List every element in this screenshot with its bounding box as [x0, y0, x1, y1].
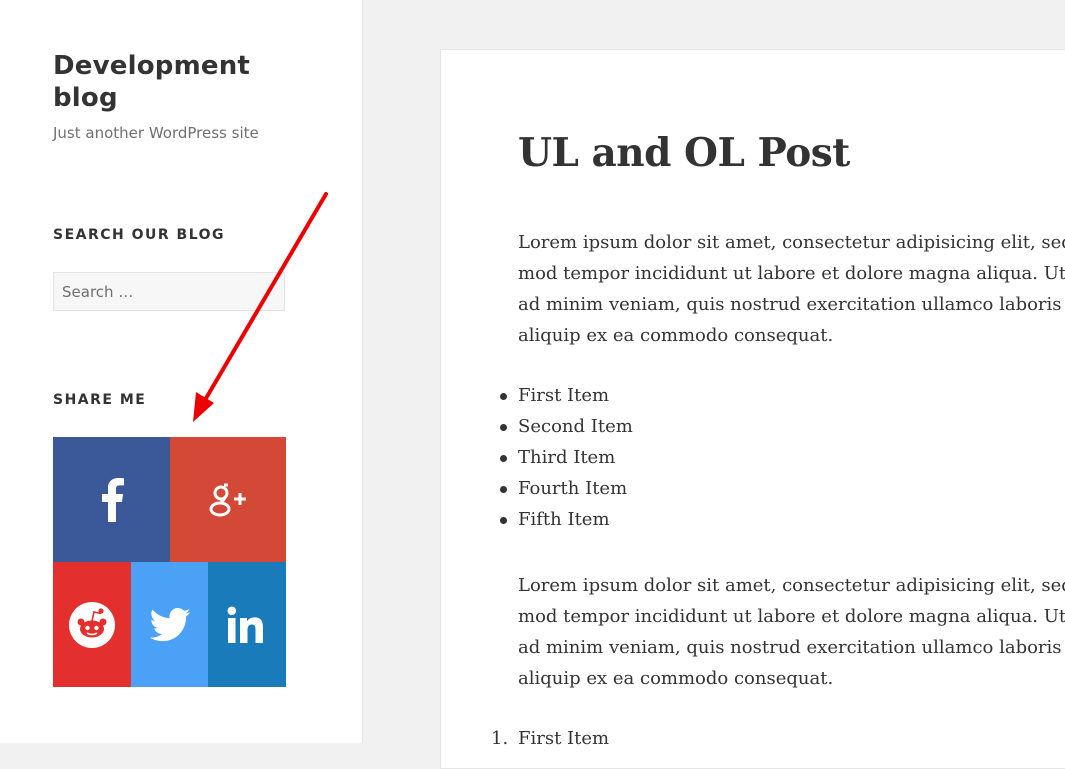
post-title[interactable]: UL and OL Post — [518, 130, 850, 176]
facebook-icon — [101, 477, 124, 522]
ordered-list: 1. First Item — [491, 723, 610, 754]
site-title[interactable]: Development blog — [53, 50, 293, 114]
list-item: 1. First Item — [491, 723, 610, 754]
sidebar: Development blog Just another WordPress … — [0, 0, 363, 743]
list-item: First Item — [500, 380, 633, 411]
list-item-number: 1. — [491, 728, 509, 749]
paragraph-line: mod tempor incididunt ut labore et dolor… — [518, 606, 1065, 627]
paragraph-line: mod tempor incididunt ut labore et dolor… — [518, 263, 1065, 284]
linkedin-icon — [227, 606, 263, 643]
list-item: Third Item — [500, 442, 633, 473]
twitter-icon — [149, 607, 190, 641]
post-paragraph: Lorem ipsum dolor sit amet, consectetur … — [518, 570, 1065, 694]
google-plus-share-button[interactable] — [170, 437, 286, 562]
facebook-share-button[interactable] — [53, 437, 170, 562]
list-item: Second Item — [500, 411, 633, 442]
paragraph-line: ad minim veniam, quis nostrud exercitati… — [518, 294, 1062, 315]
paragraph-line: Lorem ipsum dolor sit amet, consectetur … — [518, 232, 1065, 253]
site-description: Just another WordPress site — [53, 124, 259, 142]
unordered-list: First Item Second Item Third Item Fourth… — [500, 380, 633, 535]
linkedin-share-button[interactable] — [208, 562, 286, 687]
post-paragraph: Lorem ipsum dolor sit amet, consectetur … — [518, 227, 1065, 351]
search-input[interactable] — [53, 272, 285, 311]
list-item: Fifth Item — [500, 504, 633, 535]
list-item: Fourth Item — [500, 473, 633, 504]
paragraph-line: ad minim veniam, quis nostrud exercitati… — [518, 637, 1062, 658]
paragraph-line: Lorem ipsum dolor sit amet, consectetur … — [518, 575, 1065, 596]
paragraph-line: aliquip ex ea commodo consequat. — [518, 668, 834, 689]
share-widget-title: SHARE ME — [53, 392, 147, 408]
reddit-share-button[interactable] — [53, 562, 131, 687]
list-item-label: First Item — [518, 728, 610, 749]
google-plus-icon — [209, 483, 246, 516]
search-widget-title: SEARCH OUR BLOG — [53, 227, 226, 243]
reddit-icon — [69, 601, 115, 648]
share-buttons — [53, 437, 286, 687]
twitter-share-button[interactable] — [131, 562, 208, 687]
paragraph-line: aliquip ex ea commodo consequat. — [518, 325, 834, 346]
post-article: UL and OL Post Lorem ipsum dolor sit ame… — [440, 49, 1065, 769]
